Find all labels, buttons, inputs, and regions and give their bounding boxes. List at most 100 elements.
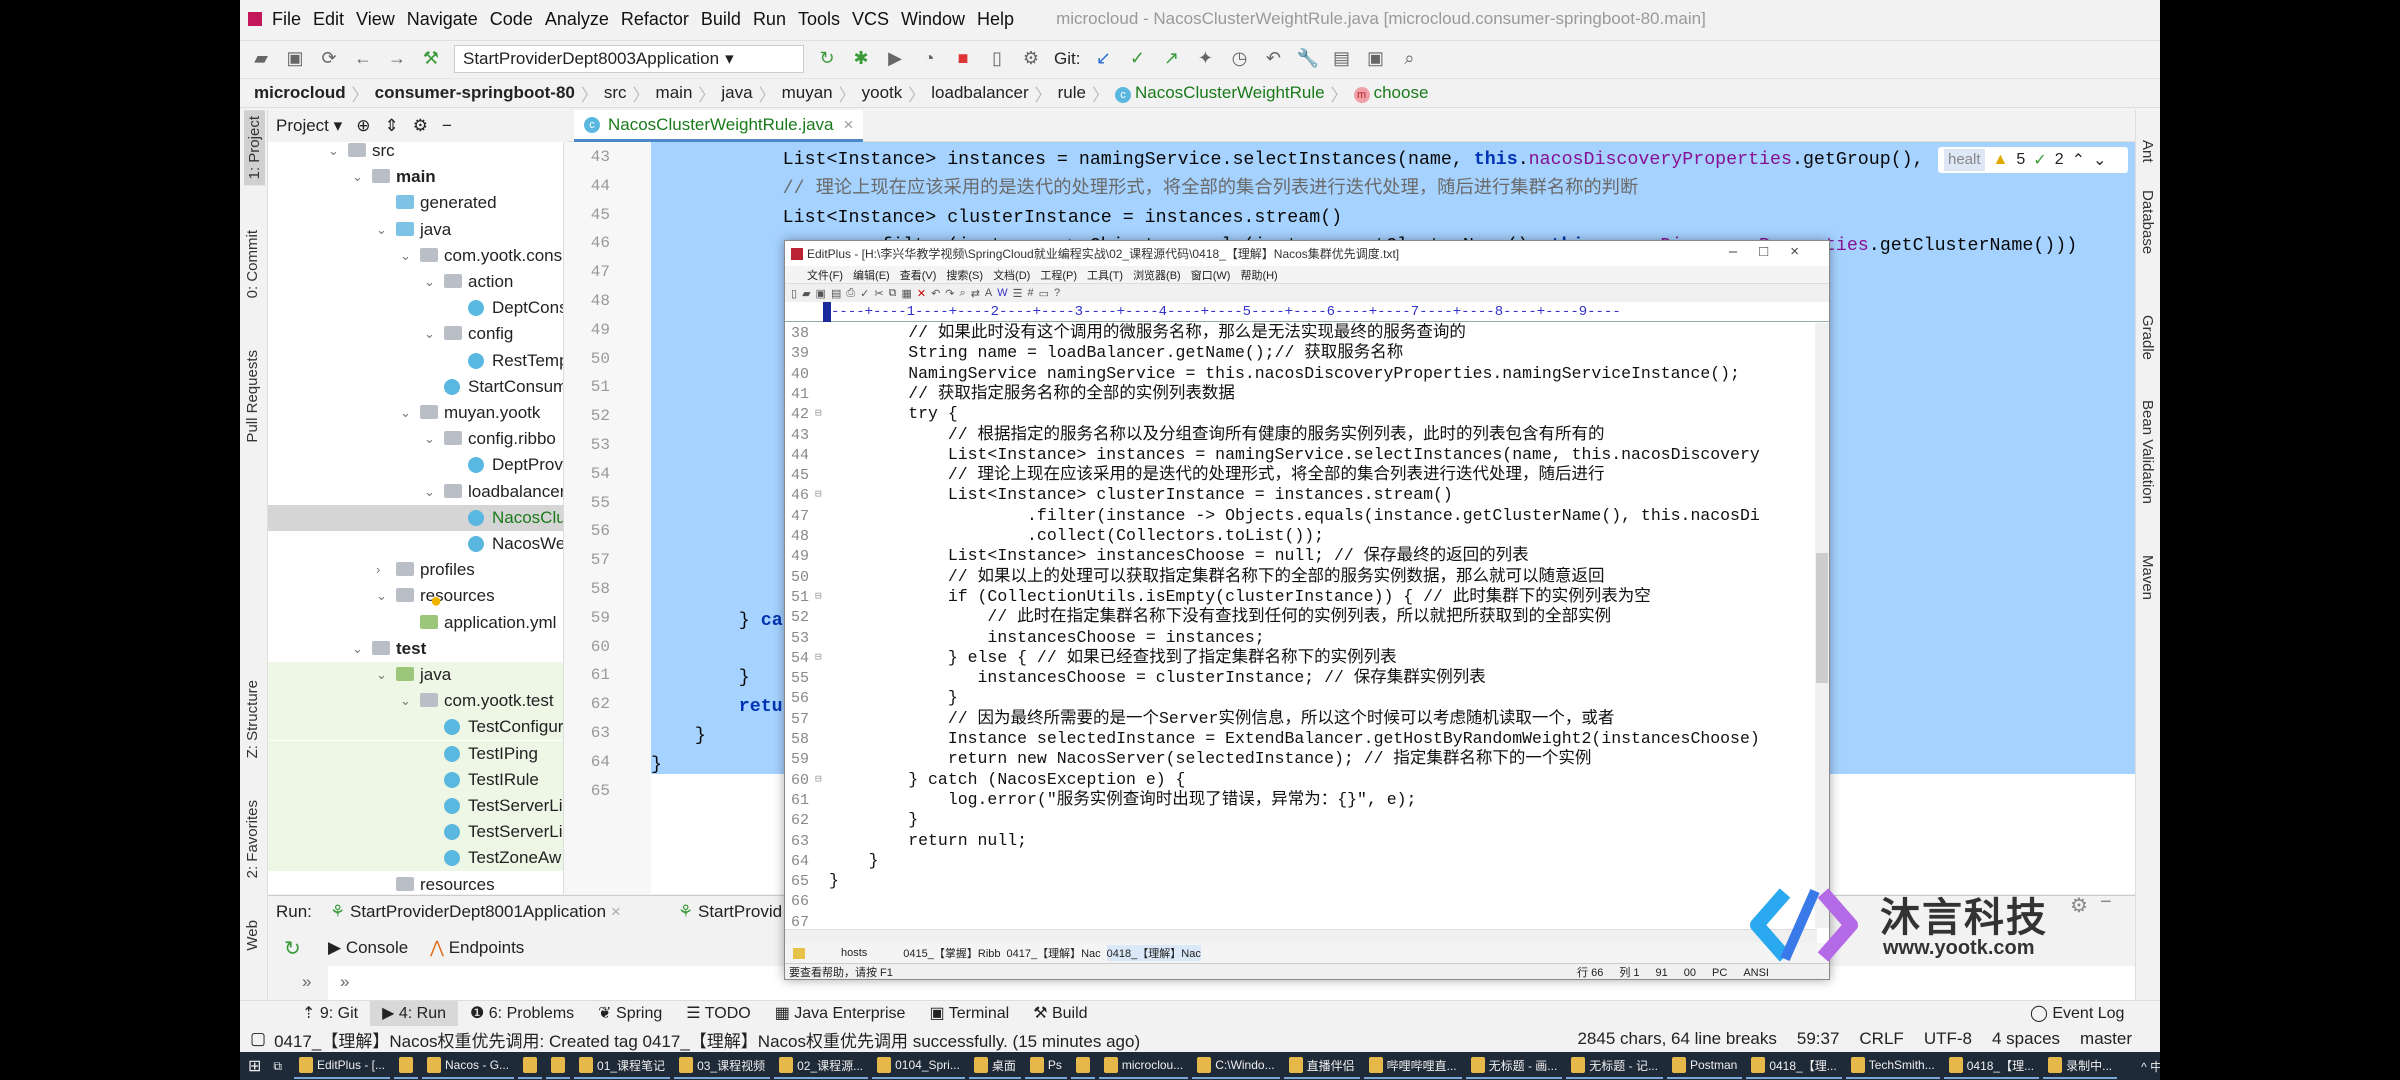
line-number-icon[interactable]: # xyxy=(1028,287,1034,299)
terminal-icon[interactable]: ▣ xyxy=(1364,48,1386,69)
taskbar-item[interactable]: 无标题 - 画... xyxy=(1465,1053,1563,1079)
tool-pull-requests[interactable]: Pull Requests xyxy=(244,350,261,443)
next-highlight-icon[interactable]: ⌄ xyxy=(2093,150,2106,170)
taskbar-item[interactable]: EditPlus - [... xyxy=(293,1053,391,1079)
profile-icon[interactable]: ◔ xyxy=(918,48,940,69)
tree-item[interactable]: resources xyxy=(268,872,563,894)
breadcrumb-item[interactable]: consumer-springboot-80 xyxy=(375,83,575,103)
tool-database[interactable]: Database xyxy=(2139,190,2156,254)
editplus-menu-item[interactable]: 帮助(H) xyxy=(1240,267,1277,283)
chevron-down-icon[interactable]: ⌄ xyxy=(352,636,363,662)
font-icon[interactable]: A xyxy=(985,287,992,299)
gear-icon[interactable]: ⚙ xyxy=(2070,893,2088,918)
tree-item[interactable]: application.yml xyxy=(268,610,563,636)
editplus-menu-item[interactable]: 文档(D) xyxy=(993,267,1030,283)
tree-item[interactable]: ⌄ com.yootk.cons xyxy=(268,243,563,269)
redo-icon[interactable]: ↷ xyxy=(945,287,954,300)
taskbar-item[interactable]: 03_课程视频 xyxy=(674,1053,771,1079)
tree-item[interactable]: generated xyxy=(268,190,563,216)
editplus-doc-tab[interactable]: 0418_【理解】Nac xyxy=(1106,945,1201,961)
fold-icon[interactable]: ⊟ xyxy=(815,404,822,424)
tree-item[interactable]: ⌄ config xyxy=(268,321,563,347)
taskbar-item[interactable]: TechSmith... xyxy=(1845,1053,1940,1079)
taskbar-item[interactable] xyxy=(546,1053,571,1079)
editplus-menu-item[interactable]: 窗口(W) xyxy=(1191,267,1231,283)
menu-navigate[interactable]: Navigate xyxy=(407,9,478,30)
taskbar-item[interactable]: 0418_【理... xyxy=(1746,1053,1842,1079)
run-tab-second[interactable]: ⚘ StartProvid xyxy=(678,902,782,922)
tree-item[interactable]: DeptProv xyxy=(268,452,563,478)
taskbar-item[interactable]: Postman xyxy=(1666,1053,1743,1079)
status-message[interactable]: 0417_【理解】Nacos权重优先调用: Created tag 0417_【… xyxy=(274,1027,1140,1052)
taskbar-item[interactable]: Ps xyxy=(1024,1053,1067,1079)
tool-tab-git[interactable]: ⇡ 9: Git xyxy=(290,1001,370,1027)
menu-vcs[interactable]: VCS xyxy=(852,9,889,30)
editplus-menu-item[interactable]: 查看(V) xyxy=(900,267,937,283)
breadcrumb-item[interactable]: main xyxy=(656,83,693,103)
delete-icon[interactable]: ✕ xyxy=(917,287,926,300)
editplus-doc-tab[interactable]: hosts xyxy=(841,947,867,959)
open-icon[interactable]: ▰ xyxy=(250,48,272,69)
tree-item[interactable]: ⌄ loadbalancer xyxy=(268,479,563,505)
git-fetch-icon[interactable]: ✦ xyxy=(1194,48,1216,69)
help-icon[interactable]: ? xyxy=(1054,287,1060,299)
tree-item[interactable]: › profiles xyxy=(268,557,563,583)
chevron-down-icon[interactable]: ⌄ xyxy=(400,688,411,714)
tree-item[interactable]: DeptCons xyxy=(268,295,563,321)
save-icon[interactable]: ▣ xyxy=(284,48,306,69)
menu-help[interactable]: Help xyxy=(977,9,1014,30)
taskbar-item[interactable]: 0418_【理... xyxy=(1943,1053,2040,1079)
tool-favorites[interactable]: 2: Favorites xyxy=(244,800,261,878)
device-icon[interactable]: ▯ xyxy=(986,48,1008,69)
prev-highlight-icon[interactable]: ⌃ xyxy=(2072,150,2085,170)
editplus-menu-item[interactable]: 文件(F) xyxy=(807,267,843,283)
tree-item[interactable]: NacosClu xyxy=(268,504,563,531)
chevron-down-icon[interactable]: ⌄ xyxy=(352,164,363,190)
breadcrumb-item[interactable]: src xyxy=(604,83,627,103)
forward-icon[interactable]: → xyxy=(386,48,408,69)
tree-item[interactable]: ⌄ java xyxy=(268,217,563,243)
git-commit-icon[interactable]: ✓ xyxy=(1126,48,1148,69)
taskbar-item[interactable]: 哔哩哔哩直... xyxy=(1363,1053,1462,1079)
chevron-down-icon[interactable]: ⌄ xyxy=(328,142,339,164)
locate-icon[interactable]: ⊕ xyxy=(356,116,370,136)
tree-item[interactable]: TestServerLi xyxy=(268,793,563,819)
rollback-icon[interactable]: ↶ xyxy=(1262,48,1284,69)
menu-edit[interactable]: Edit xyxy=(313,9,344,30)
minimize-icon[interactable]: – xyxy=(1729,243,1759,260)
chevron-right-icon[interactable]: › xyxy=(376,557,380,583)
tree-item[interactable]: ⌄ java xyxy=(268,662,563,688)
chevron-down-icon[interactable]: ⌄ xyxy=(376,583,387,609)
settings-wrench-icon[interactable]: 🔧 xyxy=(1296,48,1318,69)
save-all-icon[interactable]: ▤ xyxy=(831,287,841,300)
editplus-menu-item[interactable]: 搜索(S) xyxy=(946,267,983,283)
history-icon[interactable]: ◷ xyxy=(1228,48,1250,69)
save-icon[interactable]: ▣ xyxy=(816,287,826,300)
tree-item[interactable]: ⌄ src xyxy=(268,142,563,164)
wrap-icon[interactable]: W xyxy=(997,287,1007,299)
tree-item[interactable]: TestServerLi xyxy=(268,819,563,846)
menu-analyze[interactable]: Analyze xyxy=(545,9,609,30)
editplus-doc-tab[interactable]: 0415_【掌握】Ribb xyxy=(903,945,1000,961)
horizontal-scrollbar[interactable] xyxy=(785,929,1817,943)
fold-icon[interactable]: ⊟ xyxy=(815,648,822,668)
chevron-down-icon[interactable]: ⌄ xyxy=(400,400,411,426)
editplus-doc-tab[interactable]: 0417_【理解】Nac xyxy=(1007,945,1101,961)
fold-icon[interactable]: ⊟ xyxy=(815,770,822,790)
tool-bean-validation[interactable]: Bean Validation xyxy=(2139,400,2156,504)
chevron-down-icon[interactable]: ⌄ xyxy=(424,321,435,347)
paste-icon[interactable]: ▦ xyxy=(901,287,911,300)
lightbulb-icon[interactable]: ● xyxy=(430,590,442,613)
tree-item[interactable]: TestZoneAw xyxy=(268,845,563,872)
inspection-widget[interactable]: healt ▲ 5 ✓ 2 ⌃ ⌄ xyxy=(1938,147,2128,173)
editplus-text-area[interactable]: 38 // 如果此时没有这个调用的微服务名称，那么是无法实现最终的服务查询的 39… xyxy=(785,323,1815,928)
tool-tab-problems[interactable]: ❶ 6: Problems xyxy=(458,1001,586,1027)
run-config-select[interactable]: StartProviderDept8003Application ▾ xyxy=(454,44,804,73)
taskbar-item[interactable]: 桌面 xyxy=(968,1053,1021,1079)
taskbar-item[interactable] xyxy=(394,1053,419,1079)
taskbar-item[interactable]: Nacos - G... xyxy=(422,1053,515,1079)
tab-endpoints[interactable]: ⋀ Endpoints xyxy=(430,938,524,958)
breadcrumb-item[interactable]: rule xyxy=(1058,83,1086,103)
tree-item[interactable]: TestIPing xyxy=(268,740,563,767)
vertical-scrollbar[interactable] xyxy=(1815,323,1829,928)
